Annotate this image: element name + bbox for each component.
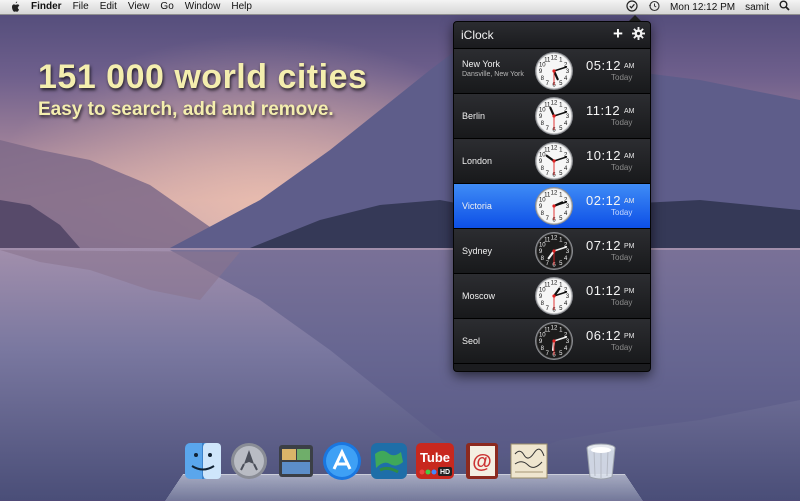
menu-help[interactable]: Help xyxy=(231,0,252,14)
analog-clock-icon: 1234567891011 12 xyxy=(535,277,573,315)
analog-clock-icon: 1234567891011 12 xyxy=(535,322,573,360)
menu-bar: Finder File Edit View Go Window Help Mon… xyxy=(0,0,800,15)
city-subtitle: Dansville, New York xyxy=(462,71,524,78)
city-time: 02:12 xyxy=(586,193,622,208)
svg-text:12: 12 xyxy=(551,56,558,62)
finder-icon[interactable] xyxy=(182,440,224,482)
city-day: Today xyxy=(611,118,633,127)
add-city-button[interactable]: + xyxy=(613,25,623,43)
signature-icon[interactable] xyxy=(508,440,550,482)
menu-edit[interactable]: Edit xyxy=(100,0,117,14)
city-row[interactable]: London 1 2 3 4 5 6 7 8 9 10 11 12 10:12 AM Today xyxy=(454,139,650,184)
city-day: Today xyxy=(611,208,633,217)
city-row[interactable]: Berlin 1 2 3 4 5 6 7 8 9 10 11 12 11:12 AM Today xyxy=(454,94,650,139)
city-day: Today xyxy=(611,73,633,82)
city-ampm: AM xyxy=(624,153,635,160)
city-time: 07:12 xyxy=(586,238,622,253)
menu-window[interactable]: Window xyxy=(185,0,221,14)
city-ampm: PM xyxy=(624,333,635,340)
gear-icon[interactable] xyxy=(632,27,645,45)
world-map-icon[interactable] xyxy=(368,440,410,482)
launchpad-icon[interactable] xyxy=(228,440,270,482)
menubar-user[interactable]: samit xyxy=(745,2,769,13)
city-row-selected[interactable]: Victoria 1 2 3 4 5 6 7 8 9 10 11 12 02:12 AM Today xyxy=(454,184,650,229)
menu-file[interactable]: File xyxy=(73,0,89,14)
city-name: Victoria xyxy=(462,201,492,211)
svg-text:@: @ xyxy=(472,451,492,473)
city-ampm: AM xyxy=(624,63,635,70)
analog-clock-icon: 1234567891011 12 xyxy=(535,142,573,180)
city-name: Sydney xyxy=(462,246,493,256)
svg-text:Tube: Tube xyxy=(420,450,450,465)
analog-clock-icon: 1234567891011 12 xyxy=(535,97,573,135)
apple-icon[interactable] xyxy=(10,1,20,13)
city-ampm: PM xyxy=(624,243,635,250)
iphoto-icon[interactable] xyxy=(275,440,317,482)
svg-text:12: 12 xyxy=(551,101,558,107)
city-time: 01:12 xyxy=(586,283,622,298)
iclock-icon[interactable] xyxy=(626,0,638,15)
app-store-icon[interactable] xyxy=(321,440,363,482)
iclock-panel: iClock + New York Dansville, New York 12… xyxy=(453,21,651,372)
city-name: Berlin xyxy=(462,111,486,121)
city-name: London xyxy=(462,156,493,166)
city-list: New York Dansville, New York 1 2 3 4 5 6 7 8 9 10… xyxy=(454,49,650,364)
city-name: Seol xyxy=(462,336,481,346)
city-day: Today xyxy=(611,253,633,262)
svg-text:HD: HD xyxy=(440,469,450,476)
analog-clock-icon: 1234567891011 12 xyxy=(535,187,573,225)
city-ampm: AM xyxy=(624,198,635,205)
city-name: Moscow xyxy=(462,291,496,301)
city-time: 05:12 xyxy=(586,58,622,73)
city-time: 10:12 xyxy=(586,148,622,163)
iclock-title: iClock xyxy=(461,28,494,42)
menu-view[interactable]: View xyxy=(128,0,150,14)
city-time: 11:12 xyxy=(586,103,621,118)
svg-text:12: 12 xyxy=(551,146,558,152)
time-machine-icon[interactable] xyxy=(648,0,660,15)
city-row[interactable]: Seol 1 2 3 4 5 6 7 8 9 10 11 12 06:12 PM Today xyxy=(454,319,650,364)
city-day: Today xyxy=(611,298,633,307)
svg-text:12: 12 xyxy=(551,236,558,242)
city-ampm: PM xyxy=(624,288,635,295)
city-day: Today xyxy=(611,343,633,352)
menu-finder[interactable]: Finder xyxy=(31,0,62,14)
headline-title: 151 000 world cities xyxy=(38,58,368,96)
menubar-clock[interactable]: Mon 12:12 PM xyxy=(670,2,735,13)
iclock-header: iClock + xyxy=(454,22,650,49)
city-time: 06:12 xyxy=(586,328,622,343)
headline-subtitle: Easy to search, add and remove. xyxy=(38,99,334,120)
city-ampm: AM xyxy=(624,108,635,115)
city-name: New York xyxy=(462,59,501,69)
city-row[interactable]: New York Dansville, New York 1 2 3 4 5 6 7 8 9 10… xyxy=(454,49,650,94)
city-row[interactable]: Sydney 1 2 3 4 5 6 7 8 9 10 11 12 07:12 PM Today xyxy=(454,229,650,274)
svg-text:12: 12 xyxy=(551,191,558,197)
address-book-icon[interactable]: @ xyxy=(461,440,503,482)
svg-text:12: 12 xyxy=(551,281,558,287)
youtube-hd-icon[interactable]: Tube HD xyxy=(414,440,456,482)
svg-text:12: 12 xyxy=(551,326,558,332)
city-day: Today xyxy=(611,163,633,172)
analog-clock-icon: 1234567891011 12 xyxy=(535,52,573,90)
spotlight-icon[interactable] xyxy=(779,0,790,14)
city-row[interactable]: Moscow 1 2 3 4 5 6 7 8 9 10 11 12 01:12 PM Today xyxy=(454,274,650,319)
trash-icon[interactable] xyxy=(580,440,622,482)
menu-go[interactable]: Go xyxy=(160,0,173,14)
analog-clock-icon: 1234567891011 12 xyxy=(535,232,573,270)
promo-headline: 151 000 world cities Easy to search, add… xyxy=(38,58,367,121)
